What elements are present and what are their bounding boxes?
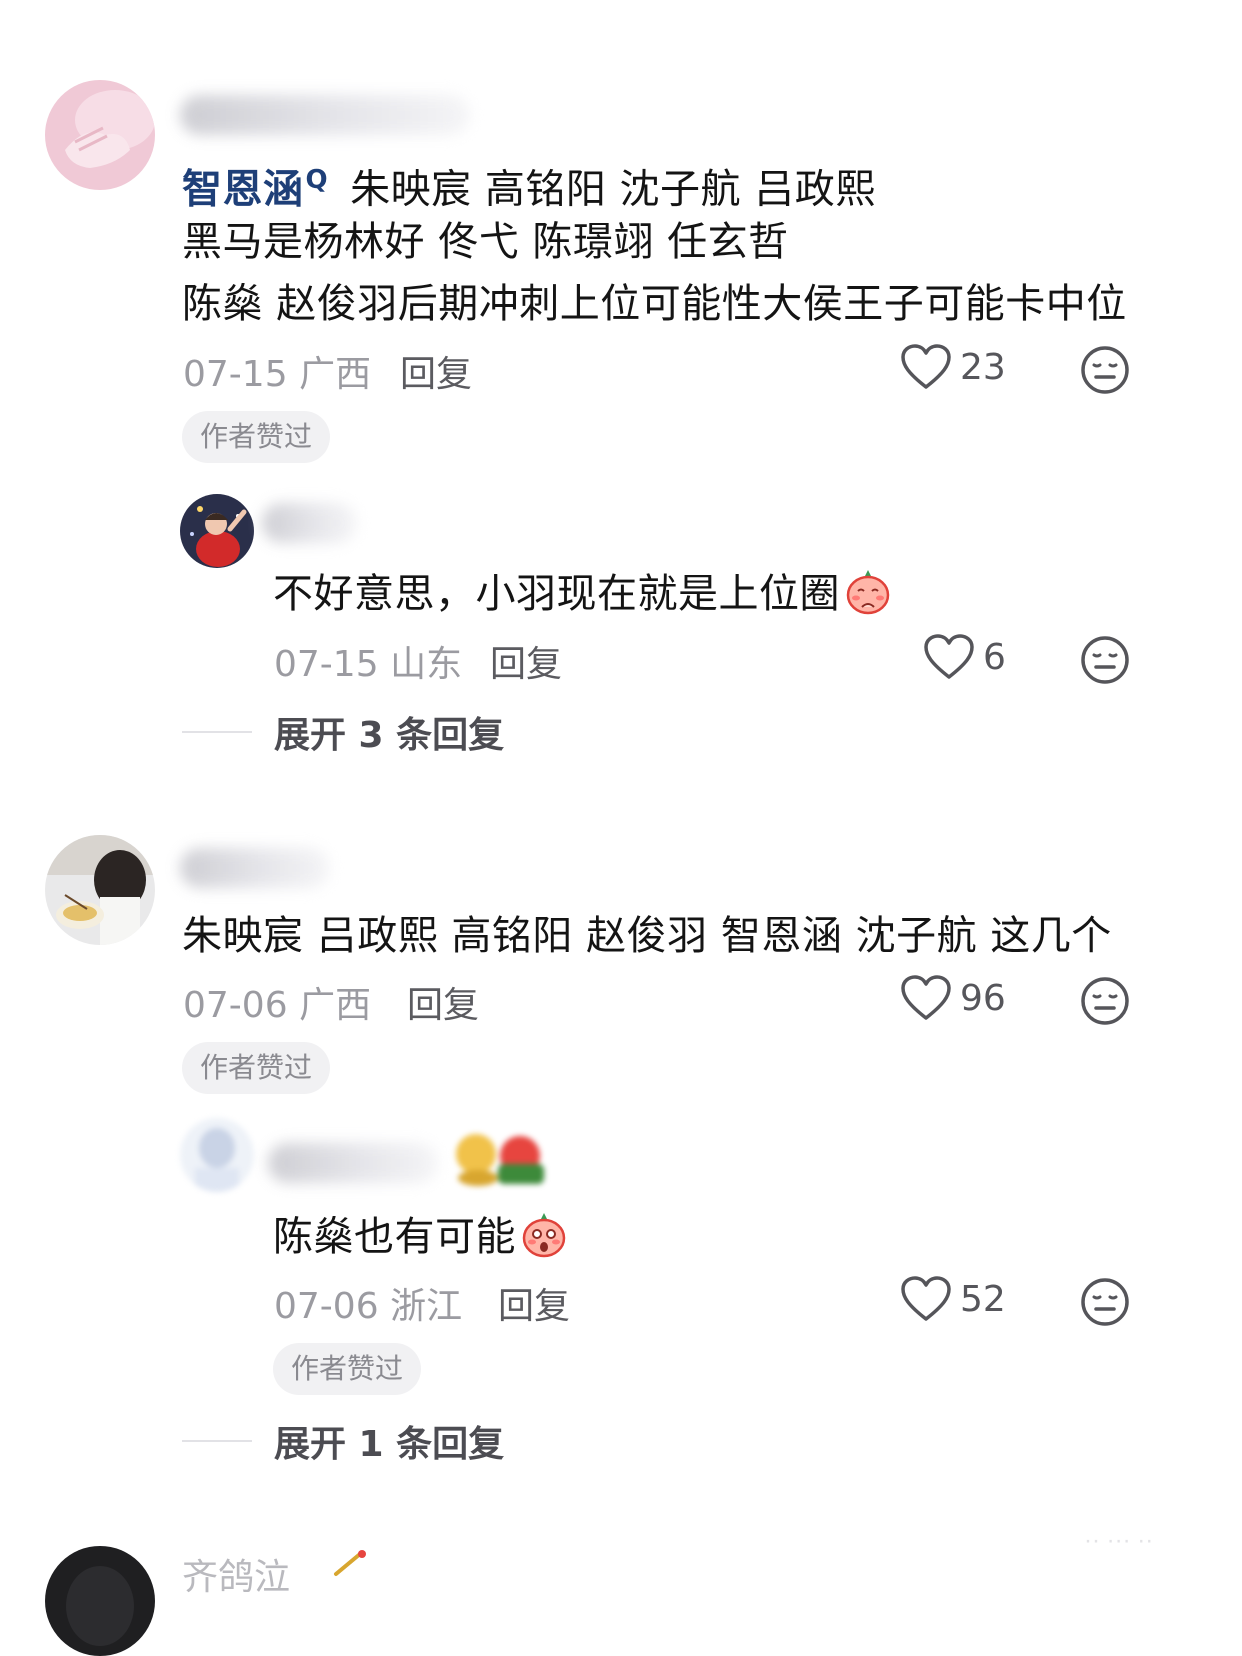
like-button[interactable]: 52 — [900, 1275, 1006, 1323]
reply-text: 陈燊也有可能 — [273, 1205, 568, 1269]
like-count: 23 — [960, 346, 1006, 388]
avatar[interactable] — [45, 80, 155, 190]
reply-text-content: 陈燊也有可能 — [273, 1214, 516, 1260]
reply-date: 07-15 — [274, 644, 379, 685]
username[interactable] — [180, 848, 330, 888]
author-liked-badge: 作者赞过 — [182, 1042, 331, 1094]
search-icon[interactable]: Q — [306, 165, 329, 195]
watermark-icon: ·· ··· ·· — [1084, 1527, 1153, 1554]
like-count: 6 — [983, 636, 1006, 678]
comment-location: 广西 — [299, 354, 372, 395]
comment-date: 07-15 — [183, 354, 288, 395]
heart-icon — [901, 1276, 951, 1321]
reply-text: 不好意思，小羽现在就是上位圈 — [273, 562, 892, 626]
reply-location: 浙江 — [390, 1286, 463, 1327]
surprised-face-emoji-icon — [522, 1213, 566, 1258]
dislike-icon[interactable] — [1079, 975, 1131, 1027]
badge-decoration-icon — [456, 1134, 544, 1186]
comment-text: 朱映宸 吕政熙 高铭阳 赵俊羽 智恩涵 沈子航 这几个 — [182, 913, 1112, 959]
badge-decoration-icon — [334, 1550, 366, 1576]
comment-list: 智恩涵Q 朱映宸 高铭阳 沈子航 吕政熙 黑马是杨林好 佟弋 陈璟翊 任玄哲 陈燊… — [0, 0, 1242, 1656]
reply-meta: 07-15 山东 — [274, 635, 462, 687]
expand-replies-button[interactable]: 展开 3 条回复 — [274, 706, 504, 758]
comment-meta: 07-06 广西 — [183, 976, 371, 1028]
reply-location: 山东 — [390, 644, 463, 685]
expand-divider — [182, 731, 252, 733]
heart-icon — [901, 975, 951, 1020]
like-button[interactable]: 23 — [900, 343, 1006, 391]
reply-date: 07-06 — [274, 1286, 379, 1327]
expand-replies-button[interactable]: 展开 1 条回复 — [274, 1415, 504, 1467]
comment-text-line-3: 陈燊 赵俊羽后期冲刺上位可能性大侯王子可能卡中位 — [182, 281, 1127, 327]
reply-username[interactable] — [262, 503, 357, 543]
comment-date: 07-06 — [183, 985, 288, 1026]
like-button[interactable]: 6 — [923, 633, 1006, 681]
comment-meta: 07-15 广西 — [183, 345, 371, 397]
reply-button[interactable]: 回复 — [490, 635, 562, 687]
reply-text-content: 不好意思，小羽现在就是上位圈 — [273, 571, 840, 617]
reply-avatar[interactable] — [180, 494, 254, 568]
heart-icon — [901, 344, 951, 389]
avatar[interactable] — [45, 1546, 155, 1656]
like-count: 96 — [960, 977, 1006, 1019]
reply-avatar[interactable] — [180, 1118, 254, 1192]
expand-divider — [182, 1440, 252, 1442]
username[interactable]: 齐鸽泣 — [182, 1548, 290, 1600]
author-liked-badge: 作者赞过 — [182, 411, 331, 463]
reply-username[interactable] — [268, 1143, 438, 1183]
dislike-icon[interactable] — [1079, 1276, 1131, 1328]
author-liked-badge: 作者赞过 — [273, 1343, 422, 1395]
comment-text-line-2: 黑马是杨林好 佟弋 陈璟翊 任玄哲 — [182, 219, 789, 265]
comment-text: 朱映宸 高铭阳 沈子航 吕政熙 — [350, 166, 876, 213]
avatar[interactable] — [45, 835, 155, 945]
reply-meta: 07-06 浙江 — [274, 1277, 462, 1329]
svg-text:·· ··· ··: ·· ··· ·· — [1084, 1527, 1153, 1554]
comment-location: 广西 — [299, 985, 372, 1026]
like-count: 52 — [960, 1278, 1006, 1320]
dislike-icon[interactable] — [1079, 344, 1131, 396]
reply-button[interactable]: 回复 — [407, 976, 479, 1028]
dislike-icon[interactable] — [1079, 634, 1131, 686]
username[interactable] — [180, 95, 470, 135]
mention-link[interactable]: 智恩涵 — [182, 166, 304, 212]
reply-button[interactable]: 回复 — [498, 1277, 570, 1329]
like-button[interactable]: 96 — [900, 974, 1006, 1022]
heart-icon — [924, 634, 974, 679]
shy-face-emoji-icon — [846, 570, 890, 615]
reply-button[interactable]: 回复 — [400, 345, 472, 397]
